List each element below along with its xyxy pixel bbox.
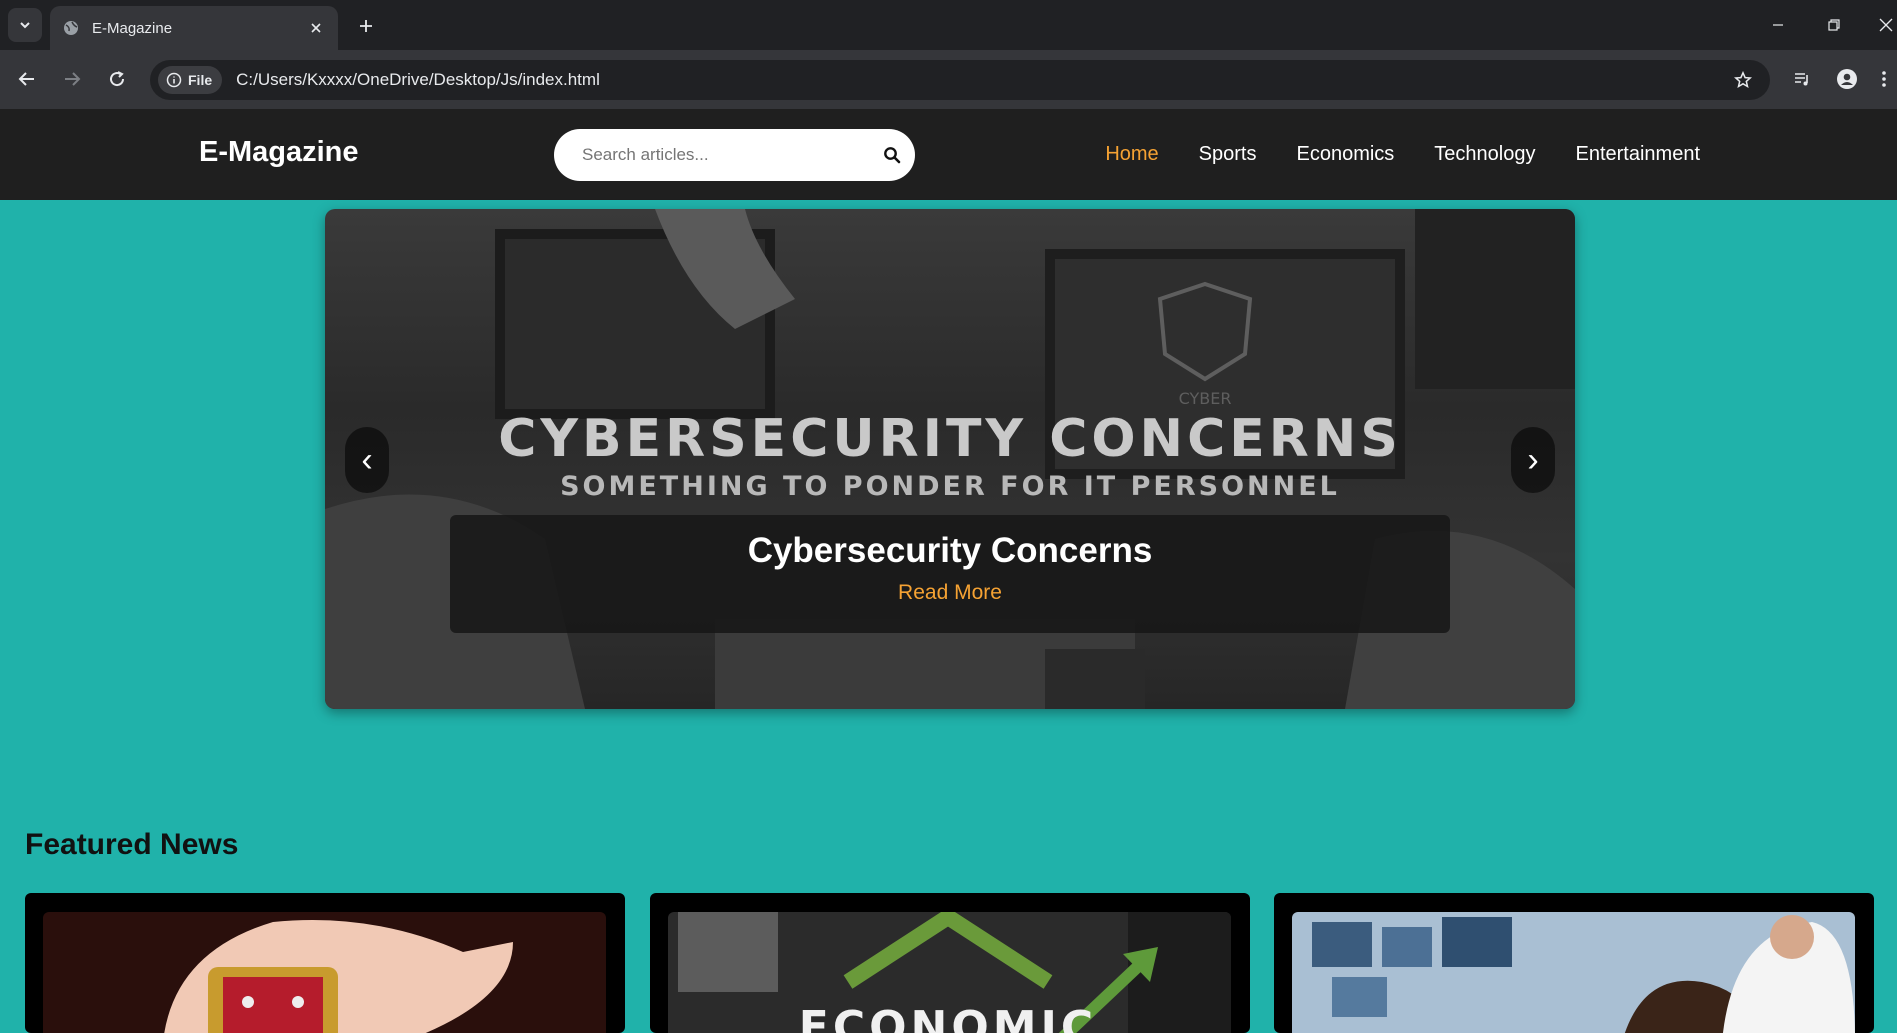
browser-tab[interactable]: E-Magazine xyxy=(50,6,338,50)
site-logo[interactable]: E-Magazine xyxy=(199,136,359,169)
hero-caption: Cybersecurity Concerns Read More xyxy=(450,515,1450,633)
more-vert-icon xyxy=(1882,71,1886,87)
browser-menu-button[interactable] xyxy=(1875,64,1893,94)
tab-title: E-Magazine xyxy=(92,19,173,37)
site-info-chip[interactable]: File xyxy=(158,66,223,94)
nav-home[interactable]: Home xyxy=(1105,143,1158,166)
featured-news-heading: Featured News xyxy=(25,828,239,861)
hero-image-headline: CYBERSECURITY CONCERNS xyxy=(498,409,1402,469)
address-bar[interactable]: File C:/Users/Kxxxx/OneDrive/Desktop/Js/… xyxy=(150,60,1770,100)
featured-card[interactable] xyxy=(25,893,625,1033)
browser-toolbar: File C:/Users/Kxxxx/OneDrive/Desktop/Js/… xyxy=(0,50,1897,109)
globe-icon xyxy=(62,19,80,37)
featured-card-image: ECONOMIC xyxy=(668,912,1231,1033)
restore-button[interactable] xyxy=(1820,12,1848,38)
search-bar xyxy=(554,129,915,181)
new-tab-button[interactable] xyxy=(352,12,380,40)
plus-icon xyxy=(360,20,372,32)
hero-image-subheadline: SOMETHING TO PONDER FOR IT PERSONNEL xyxy=(560,471,1340,502)
profile-button[interactable] xyxy=(1832,64,1862,94)
browser-tab-bar: E-Magazine xyxy=(0,0,1897,50)
nav-economics[interactable]: Economics xyxy=(1296,143,1394,166)
main-nav: Home Sports Economics Technology Enterta… xyxy=(1105,143,1700,166)
search-button[interactable] xyxy=(879,142,905,168)
arrow-right-icon xyxy=(65,72,81,86)
hero-image-badge-text: CYBER xyxy=(1179,389,1232,408)
featured-card-image-text: ECONOMIC xyxy=(799,1002,1097,1033)
carousel-next-button[interactable]: › xyxy=(1511,427,1555,493)
featured-card[interactable] xyxy=(1274,893,1874,1033)
chevron-down-icon xyxy=(20,22,30,29)
close-window-button[interactable] xyxy=(1872,12,1897,38)
nav-entertainment[interactable]: Entertainment xyxy=(1575,143,1700,166)
close-icon xyxy=(1879,18,1893,32)
carousel-prev-button[interactable]: ‹ xyxy=(345,427,389,493)
search-input[interactable] xyxy=(580,144,874,166)
restore-icon xyxy=(1828,19,1840,31)
close-tab-icon[interactable] xyxy=(304,16,328,40)
featured-card-image xyxy=(43,912,606,1033)
info-icon xyxy=(166,72,182,88)
bookmark-star-icon[interactable] xyxy=(1728,65,1758,95)
reload-button[interactable] xyxy=(102,64,132,94)
reload-icon xyxy=(110,71,125,87)
featured-card[interactable]: ECONOMIC xyxy=(650,893,1250,1033)
minimize-icon xyxy=(1773,24,1783,26)
site-header: E-Magazine Home Sports Economics Technol… xyxy=(0,109,1897,200)
read-more-link[interactable]: Read More xyxy=(898,581,1002,605)
minimize-button[interactable] xyxy=(1764,12,1792,38)
media-controls-button[interactable] xyxy=(1787,64,1817,94)
arrow-left-icon xyxy=(18,72,34,86)
hero-carousel: CYBER CYBERSECURITY CONCERNS SOMETHING T… xyxy=(325,209,1575,709)
tab-search-button[interactable] xyxy=(8,8,42,42)
playlist-icon xyxy=(1795,73,1808,86)
profile-icon xyxy=(1837,69,1857,89)
url-text[interactable]: C:/Users/Kxxxx/OneDrive/Desktop/Js/index… xyxy=(236,70,1728,90)
nav-technology[interactable]: Technology xyxy=(1434,143,1535,166)
hero-title: Cybersecurity Concerns xyxy=(747,531,1153,570)
back-button[interactable] xyxy=(12,64,42,94)
site-chip-label: File xyxy=(188,72,213,88)
forward-button[interactable] xyxy=(57,64,87,94)
search-icon xyxy=(884,147,901,164)
featured-card-image xyxy=(1292,912,1855,1033)
nav-sports[interactable]: Sports xyxy=(1199,143,1257,166)
